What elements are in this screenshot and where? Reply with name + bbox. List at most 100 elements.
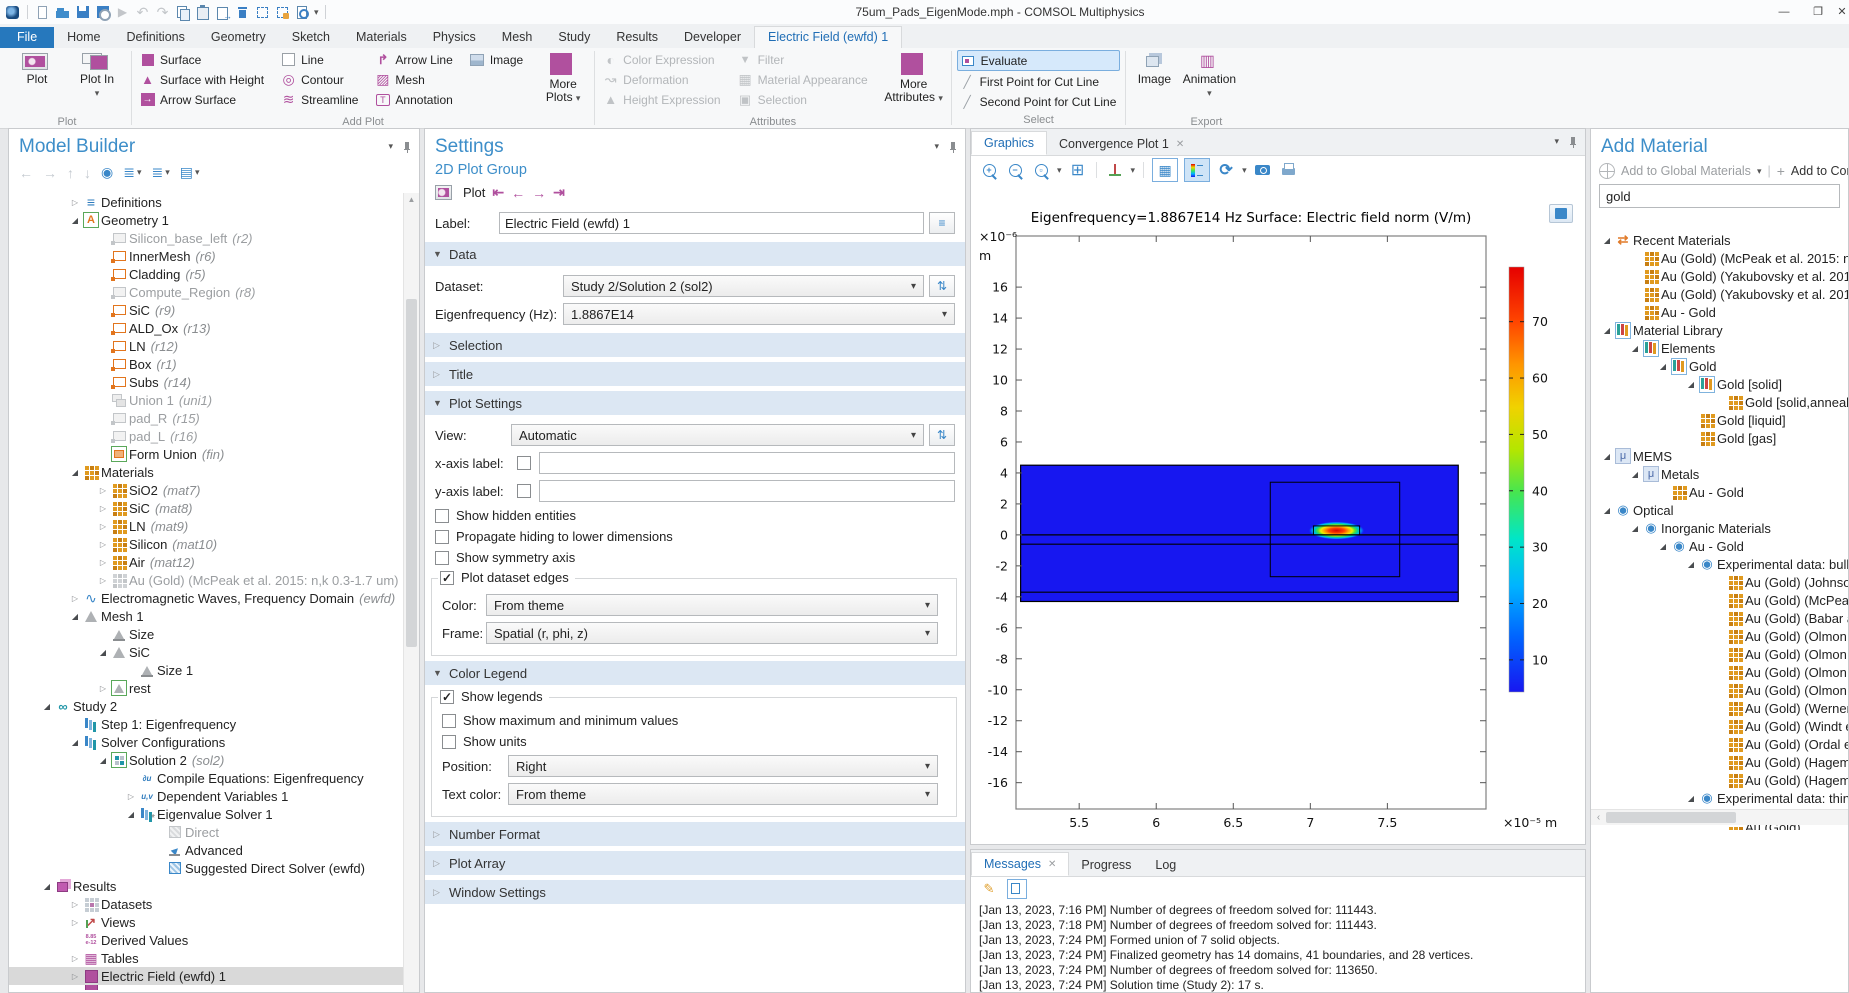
add-material-item-au-gold-ordal-et-al-198[interactable]: Au (Gold) (Ordal et al. 198 [1591,735,1848,753]
view-edit-button[interactable]: ⇅ [929,424,955,446]
model-builder-item-sic[interactable]: SiC (r9) [9,301,403,319]
tab-convergence-plot-1[interactable]: Convergence Plot 1 ✕ [1047,133,1196,155]
pin-icon[interactable] [947,141,957,153]
model-builder-item-ald-ox[interactable]: ALD_Ox (r13) [9,319,403,337]
x-axis-input[interactable] [539,452,955,474]
model-builder-item-results[interactable]: ◢ Results [9,877,403,895]
add-material-item-au-gold[interactable]: Au - Gold [1591,303,1848,321]
expand-icon[interactable]: ▷ [95,486,111,495]
material-search-input[interactable]: gold [1599,184,1840,208]
add-material-item-gold-solid[interactable]: ◢ Gold [solid] [1591,375,1848,393]
tab-graphics[interactable]: Graphics [971,131,1048,155]
previous-plot-icon[interactable]: ← [511,185,525,201]
tab-home[interactable]: Home [54,27,113,48]
add-material-item-au-gold-johnson-and-c[interactable]: Au (Gold) (Johnson and C [1591,573,1848,591]
model-builder-item-compute-region[interactable]: Compute_Region (r8) [9,283,403,301]
tab-log[interactable]: Log [1143,854,1188,876]
model-builder-scrollbar[interactable]: ▲ [403,193,419,992]
field-plot[interactable]: Eigenfrequency=1.8867E14 Hz Surface: Ele… [971,184,1585,844]
more-plots-button[interactable]: More Plots ▾ [537,50,589,115]
model-builder-item-item[interactable] [9,985,403,990]
line-button[interactable]: Line [278,50,362,69]
plot-toolbar-button[interactable]: Plot [463,185,485,200]
model-builder-item-ln[interactable]: LN (r12) [9,337,403,355]
grid-toggle-button[interactable] [1152,158,1179,182]
model-builder-item-views[interactable]: ▷ Views [9,913,403,931]
expand-icon[interactable]: ▷ [67,918,83,927]
paste-icon[interactable] [194,4,211,21]
chevron-down-icon[interactable]: ▾ [314,7,319,18]
plot-area[interactable]: Eigenfrequency=1.8867E14 Hz Surface: Ele… [971,184,1585,844]
expand-icon[interactable]: ▷ [67,594,83,603]
chevron-down-icon[interactable]: ▾ [1242,165,1247,176]
collapse-options-icon[interactable]: ≣ ▾ [151,164,169,181]
model-builder-item-electric-field-ewfd-1[interactable]: ▷ Electric Field (ewfd) 1 [9,967,403,985]
camera-icon[interactable] [1253,160,1273,180]
collapse-icon[interactable]: ◢ [67,738,83,747]
tab-study[interactable]: Study [545,27,603,48]
evaluate-button[interactable]: Evaluate [956,50,1121,71]
add-material-item-experimental-data-bulk-thick[interactable]: ◢ Experimental data: bulk, thick [1591,555,1848,573]
model-builder-item-silicon-base-left[interactable]: Silicon_base_left (r2) [9,229,403,247]
model-builder-item-mesh-1[interactable]: ◢ Mesh 1 [9,607,403,625]
tab-sketch[interactable]: Sketch [279,27,343,48]
panel-menu-icon[interactable]: ▾ [1554,136,1559,148]
expand-options-icon[interactable]: ≣ ▾ [123,164,141,181]
image-plot-button[interactable]: Image [467,50,527,69]
panel-menu-icon[interactable]: ▾ [934,141,939,153]
add-material-item-recent-materials[interactable]: ◢ Recent Materials [1591,231,1848,249]
model-builder-item-tables[interactable]: ▷ Tables [9,949,403,967]
model-builder-item-air[interactable]: ▷ Air (mat12) [9,553,403,571]
model-builder-item-size-1[interactable]: Size 1 [9,661,403,679]
model-builder-item-direct[interactable]: Direct [9,823,403,841]
section-number-format[interactable]: ▷ Number Format [425,822,965,846]
add-material-item-au-gold-olmon-et-al-20[interactable]: Au (Gold) (Olmon et al. 20 [1591,627,1848,645]
contour-button[interactable]: Contour [278,70,362,89]
collapse-icon[interactable]: ◢ [1599,452,1615,461]
material-appearance-button[interactable]: Material Appearance [735,70,872,89]
model-builder-item-datasets[interactable]: ▷ Datasets [9,895,403,913]
add-material-item-elements[interactable]: ◢ Elements [1591,339,1848,357]
collapse-icon[interactable]: ◢ [1627,524,1643,533]
add-material-item-inorganic-materials[interactable]: ◢ Inorganic Materials [1591,519,1848,537]
expand-icon[interactable]: ▷ [95,576,111,585]
tab-progress[interactable]: Progress [1069,854,1143,876]
tab-materials[interactable]: Materials [343,27,420,48]
model-builder-item-eigenvalue-solver-1[interactable]: ◢ Eigenvalue Solver 1 [9,805,403,825]
add-material-item-au-gold-hagemann-et[interactable]: Au (Gold) (Hagemann et [1591,771,1848,789]
propagate-hiding-checkbox[interactable] [435,529,449,544]
dataset-dropdown[interactable]: Study 2/Solution 2 (sol2) [563,275,924,297]
expand-icon[interactable]: ▷ [95,684,111,693]
add-material-item-au-gold-yakubovsky-et-al-2017-11[interactable]: Au (Gold) (Yakubovsky et al. 2017: 11 [1591,267,1848,285]
model-builder-item-suggested-direct-solver-ewfd[interactable]: Suggested Direct Solver (ewfd) [9,859,403,877]
model-builder-item-advanced[interactable]: Advanced [9,841,403,859]
model-builder-item-study-2[interactable]: ◢ Study 2 [9,697,403,715]
collapse-icon[interactable]: ◢ [1599,506,1615,515]
add-material-item-au-gold-mcpeak-et-al-2[interactable]: Au (Gold) (McPeak et al. 2 [1591,591,1848,609]
redo-icon[interactable] [154,4,171,21]
model-builder-item-solution-2[interactable]: ◢ Solution 2 (sol2) [9,751,403,769]
rename-button[interactable]: ≡ [929,212,955,234]
run-icon[interactable] [114,4,131,21]
expand-icon[interactable]: ▷ [67,900,83,909]
scroll-left-icon[interactable]: ‹ [1591,812,1606,823]
annotation-button[interactable]: Annotation [372,90,456,109]
model-builder-item-cladding[interactable]: Cladding (r5) [9,265,403,283]
model-builder-item-silicon[interactable]: ▷ Silicon (mat10) [9,535,403,553]
filter-button[interactable]: Filter [735,50,872,69]
arrow-surface-button[interactable]: Arrow Surface [137,90,268,109]
second-point-cut-line-button[interactable]: Second Point for Cut Line [957,92,1121,111]
model-builder-item-size[interactable]: Size [9,625,403,643]
more-attributes-button[interactable]: More Attributes ▾ [882,50,946,115]
tab-geometry[interactable]: Geometry [198,27,279,48]
frame-dropdown[interactable]: Spatial (r, phi, z) [486,622,938,644]
model-builder-item-sic[interactable]: ◢ SiC [9,643,403,661]
model-builder-item-pad-r[interactable]: pad_R (r15) [9,409,403,427]
tab-developer[interactable]: Developer [671,27,754,48]
nav-forward-icon[interactable]: → [43,165,57,181]
dataset-edit-button[interactable]: ⇅ [929,275,955,297]
collapse-icon[interactable]: ◢ [39,702,55,711]
add-material-item-au-gold-olmon-et-al-20[interactable]: Au (Gold) (Olmon et al. 20 [1591,663,1848,681]
color-dropdown[interactable]: From theme [486,594,938,616]
show-symmetry-checkbox[interactable] [435,550,449,565]
